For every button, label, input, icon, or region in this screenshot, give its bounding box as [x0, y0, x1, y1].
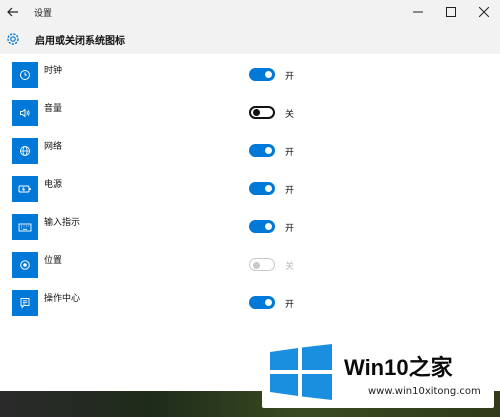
toggle-state-text: 开 — [285, 72, 295, 82]
page-title: 启用或关闭系统图标 — [35, 35, 125, 47]
input-indicator-toggle[interactable] — [249, 220, 275, 233]
action-center-icon — [12, 290, 38, 316]
window-title: 设置 — [34, 8, 53, 19]
clock-icon — [12, 62, 38, 88]
toggle-state-text: 开 — [285, 224, 295, 234]
toggle-state-text: 关 — [285, 262, 295, 272]
power-icon — [12, 176, 38, 202]
close-button[interactable] — [467, 0, 500, 24]
maximize-button[interactable] — [434, 0, 467, 24]
volume-toggle[interactable] — [249, 106, 275, 119]
toggle-state-text: 开 — [285, 300, 295, 310]
windows-logo-icon — [270, 344, 332, 400]
setting-label: 音量 — [44, 104, 63, 114]
toggle-state-text: 开 — [285, 148, 295, 158]
setting-row-clock: 时钟 开 — [0, 62, 320, 88]
location-icon — [12, 252, 38, 278]
window-controls — [401, 0, 500, 24]
back-button[interactable] — [0, 0, 26, 24]
watermark: Win10之家 www.win10xitong.com — [262, 334, 494, 408]
setting-label: 操作中心 — [44, 294, 81, 304]
keyboard-icon — [12, 214, 38, 240]
minimize-button[interactable] — [401, 0, 434, 24]
setting-row-action-center: 操作中心 开 — [0, 290, 320, 316]
watermark-brand: Win10之家 — [344, 355, 453, 380]
page-header: 启用或关闭系统图标 — [0, 24, 500, 54]
setting-label: 电源 — [44, 180, 63, 190]
setting-row-power: 电源 开 — [0, 176, 320, 202]
clock-toggle[interactable] — [249, 68, 275, 81]
setting-label: 位置 — [44, 256, 63, 266]
toggle-state-text: 开 — [285, 186, 295, 196]
minimize-icon — [412, 11, 423, 13]
setting-row-input-indicator: 输入指示 开 — [0, 214, 320, 240]
volume-icon — [12, 100, 38, 126]
setting-row-volume: 音量 关 — [0, 100, 320, 126]
setting-row-location: 位置 关 — [0, 252, 320, 278]
gear-icon — [0, 24, 26, 54]
network-icon — [12, 138, 38, 164]
title-bar: 设置 — [0, 0, 500, 24]
location-toggle — [249, 258, 275, 271]
network-toggle[interactable] — [249, 144, 275, 157]
toggle-state-text: 关 — [285, 110, 295, 120]
back-arrow-icon — [7, 7, 18, 17]
close-icon — [478, 7, 489, 17]
power-toggle[interactable] — [249, 182, 275, 195]
setting-label: 时钟 — [44, 66, 63, 76]
setting-row-network: 网络 开 — [0, 138, 320, 164]
action-center-toggle[interactable] — [249, 296, 275, 309]
setting-label: 输入指示 — [44, 218, 81, 228]
maximize-icon — [445, 7, 456, 17]
setting-label: 网络 — [44, 142, 63, 152]
watermark-url: www.win10xitong.com — [368, 386, 481, 397]
